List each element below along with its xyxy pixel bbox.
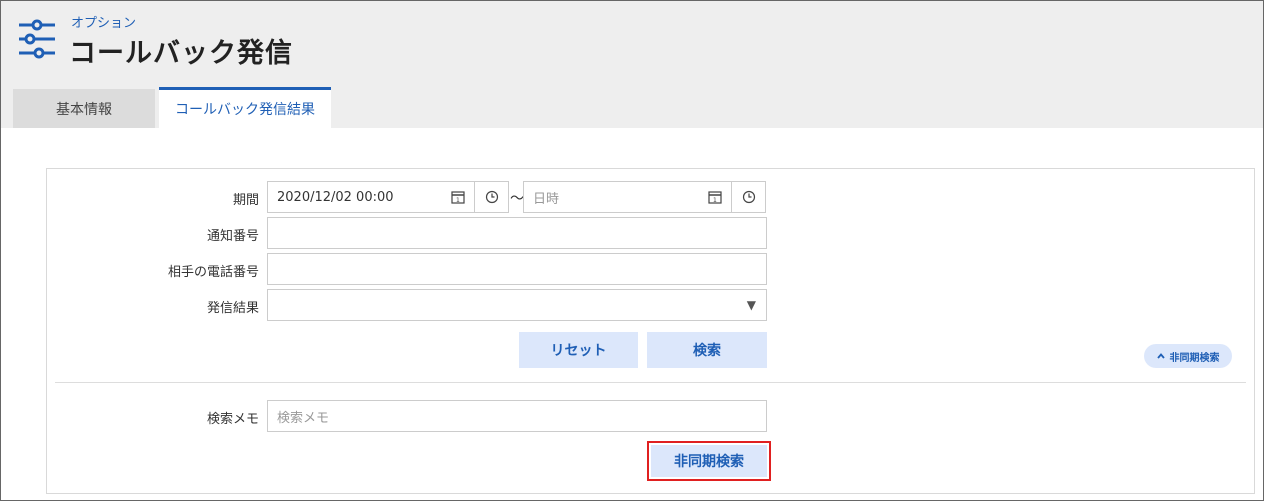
- period-separator: ～: [510, 191, 524, 207]
- search-memo-label: 検索メモ: [206, 412, 259, 427]
- reset-button[interactable]: リセット: [519, 332, 638, 368]
- calendar-icon[interactable]: 1: [698, 181, 732, 213]
- phone-number-label: 相手の電話番号: [167, 265, 259, 280]
- svg-text:1: 1: [456, 197, 460, 204]
- chevron-up-icon: [1156, 353, 1165, 359]
- tab-callback-results[interactable]: コールバック発信結果: [159, 87, 331, 128]
- call-result-select[interactable]: ▼: [267, 289, 767, 321]
- page-header: オプション コールバック発信 基本情報 コールバック発信結果: [1, 1, 1263, 128]
- tab-label: 基本情報: [56, 101, 112, 118]
- clock-icon[interactable]: [475, 181, 509, 213]
- settings-sliders-icon: [19, 19, 55, 59]
- search-panel: 期間 2020/12/02 00:00 1 ～ 日時 1 通知番号 相手の電話番…: [46, 168, 1255, 494]
- async-search-toggle[interactable]: 非同期検索: [1144, 344, 1232, 368]
- notice-number-label: 通知番号: [206, 229, 259, 244]
- page-title: コールバック発信: [69, 38, 293, 69]
- notice-number-input[interactable]: [267, 217, 767, 249]
- async-search-button[interactable]: 非同期検索: [647, 441, 771, 481]
- phone-number-input[interactable]: [267, 253, 767, 285]
- divider: [55, 382, 1246, 383]
- clock-icon[interactable]: [732, 181, 766, 213]
- period-end-field[interactable]: 日時: [523, 181, 699, 213]
- svg-text:1: 1: [713, 197, 717, 204]
- call-result-label: 発信結果: [206, 301, 259, 316]
- search-button[interactable]: 検索: [647, 332, 767, 368]
- tab-label: コールバック発信結果: [175, 102, 315, 118]
- breadcrumb[interactable]: オプション: [71, 12, 136, 31]
- period-label: 期間: [232, 193, 259, 208]
- tab-basic-info[interactable]: 基本情報: [13, 89, 155, 128]
- async-search-toggle-label: 非同期検索: [1169, 352, 1220, 364]
- period-start-field[interactable]: 2020/12/02 00:00: [267, 181, 442, 213]
- chevron-down-icon: ▼: [746, 298, 756, 312]
- search-memo-input[interactable]: 検索メモ: [267, 400, 767, 432]
- calendar-icon[interactable]: 1: [441, 181, 475, 213]
